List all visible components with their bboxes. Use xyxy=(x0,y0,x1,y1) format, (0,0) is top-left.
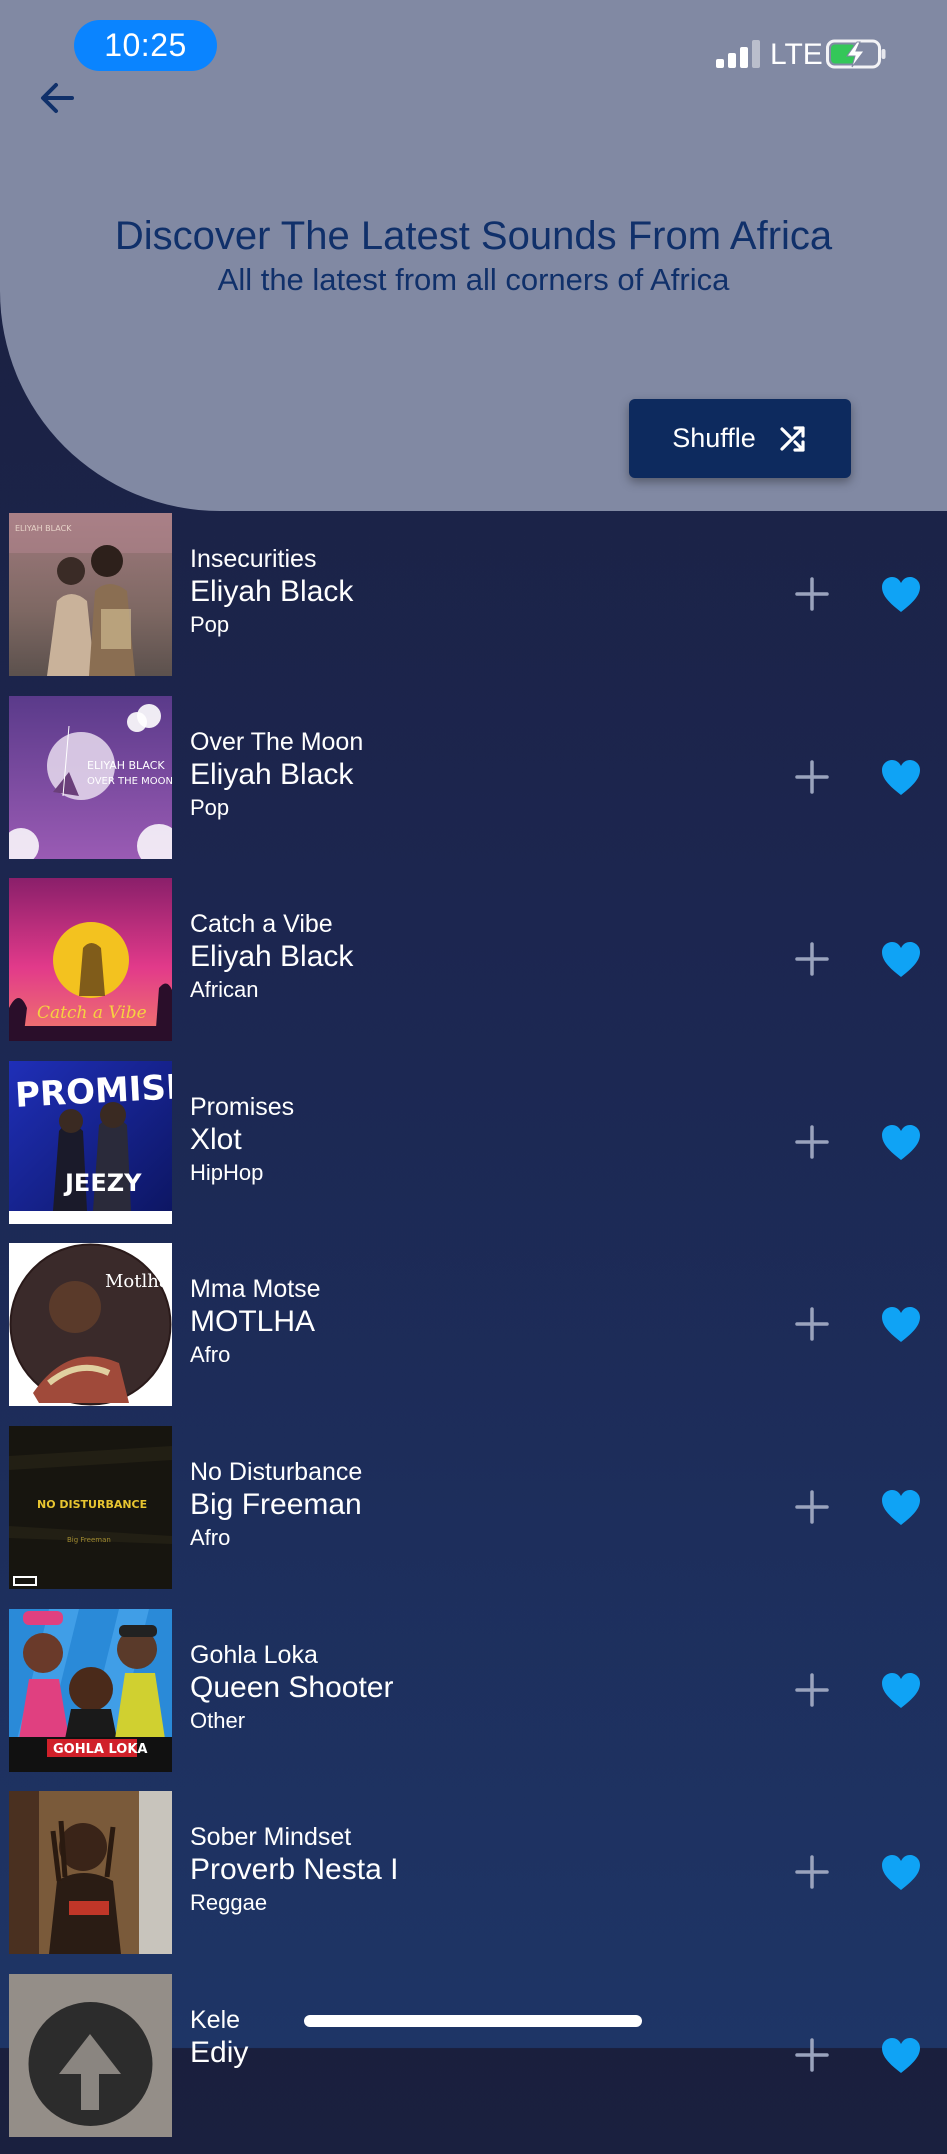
cellular-signal-icon xyxy=(716,40,760,68)
svg-text:GOHLA LOKA: GOHLA LOKA xyxy=(53,1742,147,1757)
track-artist: Proverb Nesta I xyxy=(190,1853,399,1887)
heart-icon[interactable] xyxy=(880,1123,922,1163)
status-time: 10:25 xyxy=(74,20,217,71)
shuffle-icon xyxy=(780,425,805,452)
shuffle-label: Shuffle xyxy=(672,423,756,453)
track-genre: Reggae xyxy=(190,1890,268,1916)
heart-icon[interactable] xyxy=(880,758,922,798)
heart-icon[interactable] xyxy=(880,1488,922,1528)
track-genre: Pop xyxy=(190,794,230,820)
svg-text:Catch a Vibe: Catch a Vibe xyxy=(37,1003,147,1023)
track-row[interactable]: ELIYAH BLACK OVER THE MOON Over The Moon… xyxy=(0,694,947,877)
add-to-playlist-icon[interactable] xyxy=(794,1306,830,1342)
track-row[interactable]: Kele Ediy xyxy=(0,1972,947,2154)
track-artist: MOTLHA xyxy=(190,1305,316,1339)
track-title: Promises xyxy=(190,1092,295,1121)
add-to-playlist-icon[interactable] xyxy=(794,759,830,795)
svg-text:Motlha: Motlha xyxy=(105,1271,170,1292)
add-to-playlist-icon[interactable] xyxy=(794,2037,830,2073)
track-title: Mma Motse xyxy=(190,1275,321,1304)
track-genre: Afro xyxy=(190,1524,231,1550)
track-title: Gohla Loka xyxy=(190,1640,318,1669)
track-title: No Disturbance xyxy=(190,1457,363,1486)
track-row[interactable]: ELIYAH BLACK Insecurities Eliyah Black P… xyxy=(0,511,947,694)
svg-text:NO DISTURBANCE: NO DISTURBANCE xyxy=(37,1498,147,1511)
track-artist: Eliyah Black xyxy=(190,757,354,791)
page-title: Discover The Latest Sounds From Africa xyxy=(114,214,833,258)
track-row[interactable]: GOHLA LOKA Gohla Loka Queen Shooter Othe… xyxy=(0,1607,947,1790)
heart-icon[interactable] xyxy=(880,1305,922,1345)
track-artist: Queen Shooter xyxy=(190,1670,394,1704)
track-list: ELIYAH BLACK Insecurities Eliyah Black P… xyxy=(0,511,947,2154)
track-title: Kele xyxy=(190,2005,241,2034)
track-genre: Pop xyxy=(190,612,230,637)
home-indicator[interactable] xyxy=(304,2015,642,2027)
track-genre: Afro xyxy=(190,1342,231,1368)
track-row[interactable]: Motlha Mma Motse MOTLHA Afro xyxy=(0,1241,947,1424)
svg-text:Big Freeman: Big Freeman xyxy=(67,1536,111,1544)
track-genre: African xyxy=(190,977,259,1003)
track-row[interactable]: Sober Mindset Proverb Nesta I Reggae xyxy=(0,1789,947,1972)
network-label: LTE xyxy=(770,38,823,71)
track-title: Over The Moon xyxy=(190,727,364,756)
album-art[interactable]: Motlha xyxy=(9,1243,172,1407)
heart-icon[interactable] xyxy=(880,940,922,980)
add-to-playlist-icon[interactable] xyxy=(794,941,830,977)
heart-icon[interactable] xyxy=(880,2036,922,2076)
status-bar: 10:25 LTE xyxy=(0,0,947,100)
track-genre: HipHop xyxy=(190,1159,264,1185)
track-artist: Xlot xyxy=(190,1122,242,1156)
track-artist: Eliyah Black xyxy=(190,940,354,974)
track-artist: Big Freeman xyxy=(190,1487,362,1521)
heart-icon[interactable] xyxy=(880,575,922,615)
track-artist: Eliyah Black xyxy=(190,575,354,608)
add-to-playlist-icon[interactable] xyxy=(794,1672,830,1708)
album-art[interactable]: PROMISES JEEZY xyxy=(9,1060,172,1224)
track-row[interactable]: NO DISTURBANCE Big Freeman No Disturbanc… xyxy=(0,1424,947,1607)
track-title: Sober Mindset xyxy=(190,1823,352,1852)
svg-text:ELIYAH BLACK: ELIYAH BLACK xyxy=(15,524,72,533)
add-to-playlist-icon[interactable] xyxy=(794,1124,830,1160)
track-title: Catch a Vibe xyxy=(190,910,333,939)
album-art[interactable]: ELIYAH BLACK xyxy=(9,513,172,676)
svg-text:OVER THE MOON: OVER THE MOON xyxy=(87,776,172,787)
svg-text:JEEZY: JEEZY xyxy=(63,1169,142,1197)
track-row[interactable]: Catch a Vibe Catch a Vibe Eliyah Black A… xyxy=(0,876,947,1059)
shuffle-button[interactable]: Shuffle xyxy=(629,399,851,478)
album-art[interactable] xyxy=(9,1791,172,1955)
track-artist: Ediy xyxy=(190,2035,249,2069)
add-to-playlist-icon[interactable] xyxy=(794,576,830,612)
album-art[interactable]: GOHLA LOKA xyxy=(9,1608,172,1772)
album-art[interactable] xyxy=(9,1973,172,2137)
track-genre: Other xyxy=(190,1707,246,1733)
svg-text:ELIYAH BLACK: ELIYAH BLACK xyxy=(87,759,165,772)
album-art[interactable]: ELIYAH BLACK OVER THE MOON xyxy=(9,695,172,859)
track-row[interactable]: PROMISES JEEZY Promises Xlot HipHop xyxy=(0,1059,947,1242)
heart-icon[interactable] xyxy=(880,1671,922,1711)
track-title: Insecurities xyxy=(190,545,317,573)
page-subtitle: All the latest from all corners of Afric… xyxy=(217,262,730,297)
heart-icon[interactable] xyxy=(880,1853,922,1893)
album-art[interactable]: Catch a Vibe xyxy=(9,878,172,1042)
header-banner: 10:25 LTE Discover The Latest Sounds Fro… xyxy=(0,0,947,511)
add-to-playlist-icon[interactable] xyxy=(794,1489,830,1525)
album-art[interactable]: NO DISTURBANCE Big Freeman xyxy=(9,1425,172,1589)
back-arrow-icon[interactable] xyxy=(34,74,82,122)
battery-charging-icon xyxy=(826,39,886,69)
add-to-playlist-icon[interactable] xyxy=(794,1854,830,1890)
